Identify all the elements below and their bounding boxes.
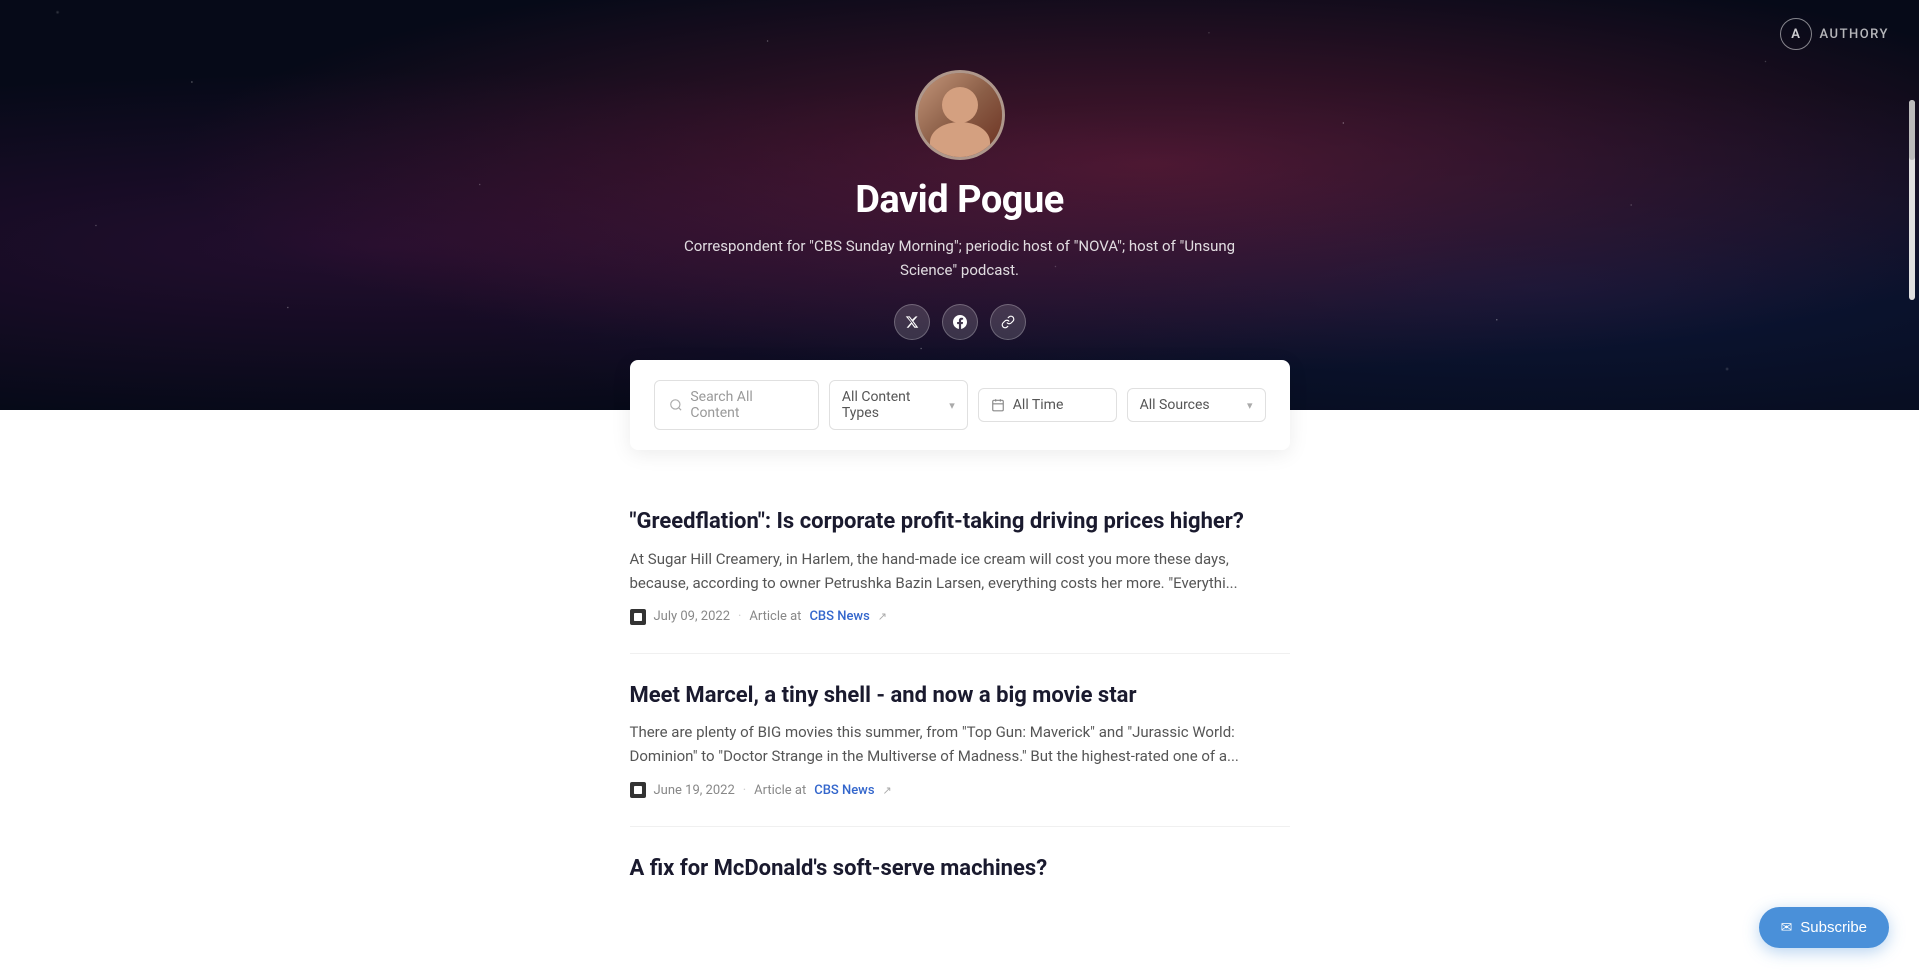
sources-filter[interactable]: All Sources ▾: [1127, 388, 1266, 422]
subscribe-button[interactable]: ✉ Subscribe: [1759, 907, 1889, 948]
filter-bar: Search All Content All Content Types ▾ A…: [630, 360, 1290, 450]
time-label: All Time: [1013, 397, 1064, 413]
article-type: Article at: [754, 783, 806, 798]
author-name: David Pogue: [855, 178, 1064, 222]
article-type: Article at: [749, 609, 801, 624]
avatar: [915, 70, 1005, 160]
subscribe-label: Subscribe: [1800, 919, 1867, 936]
article-title[interactable]: "Greedflation": Is corporate profit-taki…: [630, 508, 1290, 537]
article-meta: July 09, 2022 · Article at CBS News ↗: [630, 609, 1290, 625]
article-card: "Greedflation": Is corporate profit-taki…: [630, 480, 1290, 654]
content-types-label: All Content Types: [842, 389, 943, 421]
article-excerpt: There are plenty of BIG movies this summ…: [630, 720, 1290, 768]
article-date: June 19, 2022: [654, 783, 735, 798]
search-input[interactable]: Search All Content: [654, 380, 819, 430]
article-excerpt: At Sugar Hill Creamery, in Harlem, the h…: [630, 547, 1290, 595]
time-filter[interactable]: All Time: [978, 388, 1117, 422]
envelope-icon: ✉: [1781, 919, 1793, 936]
chevron-down-icon-2: ▾: [1247, 399, 1253, 412]
article-type-icon: [630, 782, 646, 798]
website-button[interactable]: [990, 304, 1026, 340]
author-bio: Correspondent for "CBS Sunday Morning"; …: [680, 234, 1240, 282]
social-links: [894, 304, 1026, 340]
separator: ·: [743, 783, 746, 798]
articles-section: "Greedflation": Is corporate profit-taki…: [630, 450, 1290, 952]
external-link-icon[interactable]: ↗: [878, 610, 887, 623]
search-icon: [669, 398, 683, 412]
authory-logo-text: AUTHORY: [1820, 27, 1889, 42]
authory-logo-icon: A: [1780, 18, 1812, 50]
authory-logo[interactable]: A AUTHORY: [1780, 18, 1889, 50]
article-title[interactable]: Meet Marcel, a tiny shell - and now a bi…: [630, 682, 1290, 711]
article-meta: June 19, 2022 · Article at CBS News ↗: [630, 782, 1290, 798]
twitter-button[interactable]: [894, 304, 930, 340]
main-content: Search All Content All Content Types ▾ A…: [610, 360, 1310, 952]
avatar-image: [918, 73, 1002, 157]
article-card: Meet Marcel, a tiny shell - and now a bi…: [630, 654, 1290, 828]
external-link-icon[interactable]: ↗: [883, 784, 892, 797]
content-types-filter[interactable]: All Content Types ▾: [829, 380, 968, 430]
sources-label: All Sources: [1140, 397, 1210, 413]
calendar-icon: [991, 398, 1005, 412]
facebook-button[interactable]: [942, 304, 978, 340]
scrollbar-thumb[interactable]: [1909, 100, 1915, 160]
separator: ·: [738, 609, 741, 624]
article-type-icon: [630, 609, 646, 625]
chevron-down-icon: ▾: [949, 399, 955, 412]
article-title[interactable]: A fix for McDonald's soft-serve machines…: [630, 855, 1290, 884]
article-source[interactable]: CBS News: [809, 609, 869, 624]
article-source[interactable]: CBS News: [814, 783, 874, 798]
article-card: A fix for McDonald's soft-serve machines…: [630, 827, 1290, 922]
scrollbar[interactable]: [1909, 100, 1915, 300]
hero-section: A AUTHORY David Pogue Correspondent for …: [0, 0, 1919, 410]
article-date: July 09, 2022: [654, 609, 731, 624]
search-placeholder: Search All Content: [690, 389, 804, 421]
hero-content: David Pogue Correspondent for "CBS Sunda…: [660, 70, 1260, 340]
